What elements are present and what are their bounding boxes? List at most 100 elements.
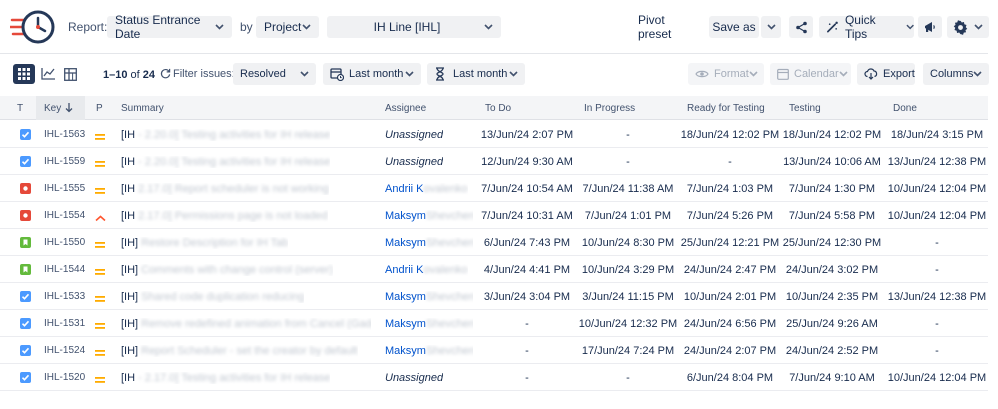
assignee-name: Andrii K [385, 183, 424, 195]
table-row[interactable]: IHL-1531 [IH] Remove redefined animation f… [0, 310, 988, 337]
column-header-key-sorted[interactable]: Key [36, 96, 85, 120]
status-date-in-progress: 17/Jun/24 7:24 PM [581, 345, 675, 357]
assignee-link[interactable]: Andrii Kovalenko [385, 183, 468, 195]
status-date-done: 13/Jun/24 12:38 PM [887, 291, 987, 303]
assignee-unassigned: Unassigned [385, 156, 444, 168]
issue-key-link[interactable]: IHL-1520 [44, 372, 85, 383]
issue-summary[interactable]: [IH] Comments with change control (server… [121, 264, 333, 276]
table-row[interactable]: IHL-1550 [IH] Restore Description for IH T… [0, 229, 988, 256]
view-chart-button[interactable] [37, 64, 59, 84]
chevron-down-icon [973, 71, 982, 77]
columns-button[interactable]: Columns [923, 63, 989, 85]
status-date-todo: 7/Jun/24 10:54 AM [481, 183, 573, 195]
calendar-button[interactable]: Calendar [770, 63, 851, 85]
by-label: by [240, 20, 253, 34]
issue-key-link[interactable]: IHL-1531 [44, 318, 85, 329]
announcements-button[interactable] [918, 16, 942, 38]
issue-summary[interactable]: [IH - 2.20.0] Testing activities for IH r… [121, 129, 330, 141]
summary-redacted-text: - 2.20.0] Testing activities for IH rele… [138, 156, 331, 168]
issue-key-link[interactable]: IHL-1524 [44, 345, 85, 356]
status-date-ready-for-testing: 25/Jun/24 12:21 PM [680, 237, 780, 249]
table-row[interactable]: IHL-1555 [IH 2.17.0] Report scheduler is n… [0, 175, 988, 202]
save-as-button[interactable]: Save as [709, 16, 759, 38]
pivot-preset-label: Pivot preset [638, 13, 672, 41]
table-row[interactable]: IHL-1544 [IH] Comments with change control… [0, 256, 988, 283]
megaphone-icon [925, 22, 935, 32]
view-pivot-button[interactable] [59, 64, 81, 84]
status-date-testing: 7/Jun/24 1:30 PM [788, 183, 876, 195]
issue-summary[interactable]: [IH 2.17.0] Permissions page is not loade… [121, 210, 328, 222]
assignee-link[interactable]: MaksymShevchenko [385, 291, 473, 303]
top-bar: Report: Status Entrance Date by Project … [0, 0, 998, 54]
status-date-testing: 7/Jun/24 9:10 AM [789, 372, 875, 384]
column-header-assignee[interactable]: Assignee [385, 103, 426, 114]
issue-key-link[interactable]: IHL-1559 [44, 156, 85, 167]
pivot-icon [63, 67, 77, 81]
issue-key-link[interactable]: IHL-1555 [44, 183, 85, 194]
status-date-in-progress: 10/Jun/24 3:29 PM [581, 264, 675, 276]
column-header-type[interactable]: T [17, 103, 23, 114]
column-header-in-progress[interactable]: In Progress [584, 103, 635, 114]
group-by-select[interactable]: Project [256, 16, 319, 38]
priority-medium-icon [95, 373, 105, 383]
assignee-link[interactable]: Andrii Kovalenko [385, 264, 468, 276]
issue-summary[interactable]: [IH] Report Scheduler - set the creator b… [121, 345, 358, 357]
column-header-ready-for-testing[interactable]: Ready for Testing [687, 103, 765, 114]
status-date-todo: - [525, 372, 529, 384]
issue-summary[interactable]: [IH - 2.20.0] Testing activities for IH r… [121, 156, 330, 168]
issue-summary[interactable]: [IH] Restore Description for IH Tab [121, 237, 288, 249]
date-range-select[interactable]: Last month [323, 63, 421, 85]
project-select[interactable]: IH Line [IHL] [327, 16, 501, 38]
time-range-value: Last month [453, 68, 508, 80]
issue-key-link[interactable]: IHL-1544 [44, 264, 85, 275]
column-header-todo[interactable]: To Do [485, 103, 511, 114]
issue-summary[interactable]: [IH] Remove redefined animation from Canc… [121, 318, 371, 330]
view-table-button[interactable] [13, 64, 35, 84]
column-header-done[interactable]: Done [893, 103, 917, 114]
assignee-link[interactable]: MaksymShevchenko [385, 210, 473, 222]
share-button[interactable] [789, 16, 813, 38]
column-header-testing[interactable]: Testing [789, 103, 821, 114]
chevron-down-icon [974, 24, 983, 30]
table-row[interactable]: IHL-1520 [IH - 2.17.0] Testing activities … [0, 364, 988, 391]
table-row[interactable]: IHL-1554 [IH 2.17.0] Permissions page is n… [0, 202, 988, 229]
issue-summary[interactable]: [IH - 2.17.0] Testing activities for IH r… [121, 372, 330, 384]
report-select[interactable]: Status Entrance Date [107, 13, 232, 41]
status-date-done: - [935, 264, 939, 276]
column-header-priority[interactable]: P [96, 103, 103, 114]
issue-key-link[interactable]: IHL-1563 [44, 129, 85, 140]
issue-summary[interactable]: [IH 2.17.0] Report scheduler is not worki… [121, 183, 329, 195]
export-button[interactable]: Export [857, 63, 915, 85]
issue-key-link[interactable]: IHL-1550 [44, 237, 85, 248]
save-as-dropdown-button[interactable] [761, 16, 781, 38]
status-date-in-progress: 7/Jun/24 11:38 AM [582, 183, 674, 195]
table-row[interactable]: IHL-1559 [IH - 2.20.0] Testing activities … [0, 148, 988, 175]
table-row[interactable]: IHL-1563 [IH - 2.20.0] Testing activities … [0, 121, 988, 148]
line-chart-icon [41, 68, 55, 80]
refresh-icon[interactable] [160, 68, 171, 79]
assignee-link[interactable]: MaksymShevchenko [385, 237, 473, 249]
issue-summary[interactable]: [IH] Shared code duplication reducing [121, 291, 304, 303]
summary-prefix: [IH [121, 156, 136, 168]
filter-resolved-select[interactable]: Resolved [233, 63, 316, 85]
status-date-ready-for-testing: 7/Jun/24 1:03 PM [686, 183, 774, 195]
quick-tips-button[interactable]: Quick Tips [819, 13, 914, 41]
time-range-select[interactable]: Last month [427, 63, 525, 85]
assignee-link[interactable]: MaksymShevchenko [385, 345, 473, 357]
assignee-link[interactable]: MaksymShevchenko [385, 318, 473, 330]
status-date-done: - [935, 237, 939, 249]
settings-button[interactable] [947, 16, 989, 38]
summary-redacted-text: - 2.17.0] Testing activities for IH rele… [138, 372, 331, 384]
column-header-summary[interactable]: Summary [121, 103, 164, 114]
format-button[interactable]: Format [688, 63, 764, 85]
table-row[interactable]: IHL-1524 [IH] Report Scheduler - set the c… [0, 337, 988, 364]
issue-key-link[interactable]: IHL-1554 [44, 210, 85, 221]
pivot-preset-button[interactable]: Pivot preset [638, 13, 700, 41]
sort-arrow-down-icon [65, 103, 73, 113]
table-row[interactable]: IHL-1533 [IH] Shared code duplication redu… [0, 283, 988, 310]
assignee-redacted-text: Shevchenko [425, 345, 473, 357]
assignee-name: Maksym [385, 237, 426, 249]
priority-medium-icon [95, 130, 105, 140]
issue-key-link[interactable]: IHL-1533 [44, 291, 85, 302]
status-date-in-progress: 3/Jun/24 11:15 PM [582, 291, 674, 303]
